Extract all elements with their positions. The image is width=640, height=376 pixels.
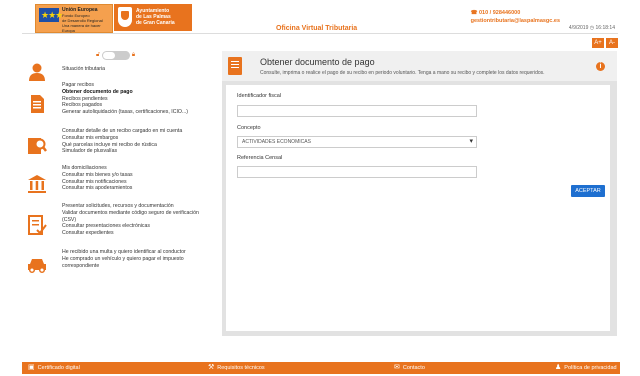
- footer-link-label: Certificado digital: [37, 365, 80, 371]
- sidebar-item-simulador-plusvalias[interactable]: Simulador de plusvalías: [62, 148, 182, 155]
- clock-icon: ◷: [589, 25, 595, 31]
- concept-select[interactable]: ACTIVIDADES ECONOMICAS: [237, 136, 477, 148]
- sidebar-item-apoderamientos[interactable]: Consultar mis apoderamientos: [62, 185, 133, 192]
- accept-button[interactable]: ACEPTAR: [571, 185, 605, 197]
- sidebar-item-notificaciones[interactable]: Consultar mis notificaciones: [62, 179, 133, 186]
- sidebar-item-pagar-recibos[interactable]: Pagar recibos: [62, 82, 188, 89]
- census-ref-label: Referencia Censal: [237, 155, 283, 161]
- sidebar-item-recibos-pendientes[interactable]: Recibos pendientes: [62, 96, 188, 103]
- footer-link-certificado[interactable]: ▣ Certificado digital: [28, 362, 80, 374]
- sidebar-item-situacion-tributaria[interactable]: Situación tributaria: [62, 66, 105, 73]
- footer-link-label: Requisitos técnicos: [217, 365, 265, 371]
- info-icon[interactable]: i: [596, 62, 605, 71]
- sidebar-item-impuesto-vehiculo-cont[interactable]: correspondiente: [62, 263, 186, 270]
- shield-icon: [118, 7, 132, 27]
- footer-link-privacidad[interactable]: ♟ Política de privacidad: [555, 362, 617, 374]
- sidebar-item-autoliquidacion[interactable]: Generar autoliquidación (tasas, certific…: [62, 109, 188, 116]
- date-text: 4/9/2019: [568, 25, 589, 31]
- wrench-icon: ⚒: [208, 364, 215, 371]
- sidebar-item-recibos-pagados[interactable]: Recibos pagados: [62, 102, 188, 109]
- footer-link-requisitos[interactable]: ⚒ Requisitos técnicos: [208, 362, 265, 374]
- census-ref-input[interactable]: [237, 166, 477, 178]
- document-icon: [228, 57, 242, 75]
- certificate-icon: ▣: [28, 364, 35, 371]
- sidebar-group-solicitudes: Presentar solicitudes, recursos y docume…: [62, 203, 199, 237]
- sidebar-item-embargos[interactable]: Consultar mis embargos: [62, 135, 182, 142]
- sidebar-item-validar-csv[interactable]: Validar documentos mediante código segur…: [62, 210, 199, 217]
- sidebar-item-obtener-documento[interactable]: Obtener documento de pago: [62, 89, 188, 96]
- sidebar-item-parcelas-rustica[interactable]: Qué parcelas incluye mi recibo de rústic…: [62, 142, 182, 149]
- bank-icon: [28, 175, 46, 193]
- sidebar-item-presentar-solicitudes[interactable]: Presentar solicitudes, recursos y docume…: [62, 203, 199, 210]
- privacy-icon: ♟: [555, 364, 562, 371]
- datetime: 4/9/2019 ◷ 16:18:14: [569, 25, 615, 31]
- sidebar-item-multa-conductor[interactable]: He recibido una multa y quiero identific…: [62, 249, 186, 256]
- footer-link-label: Contacto: [402, 365, 425, 371]
- toggle-switch[interactable]: [101, 51, 130, 60]
- email-link[interactable]: gestiontributaria@laspalmasgc.es: [471, 18, 560, 24]
- eu-logo: ★★★ Unión Europea Fondo Europeo de Desar…: [35, 4, 113, 33]
- sidebar-group-situacion: Situación tributaria: [62, 66, 105, 73]
- decrease-font-button[interactable]: A-: [606, 38, 618, 48]
- sidebar-item-detalle-recibo[interactable]: Consultar detalle de un recibo cargado e…: [62, 128, 182, 135]
- header-divider: [22, 33, 618, 34]
- concept-label: Concepto: [237, 125, 261, 131]
- sidebar-item-presentaciones-electronicas[interactable]: Consultar presentaciones electrónicas: [62, 223, 199, 230]
- sidebar-item-bienes-tasas[interactable]: Consultar mis bienes y/o tasas: [62, 172, 133, 179]
- phone-number: 010 / 928446000: [478, 10, 521, 16]
- panel-title: Obtener documento de pago: [260, 57, 375, 67]
- footer-bar: ▣ Certificado digital ⚒ Requisitos técni…: [22, 362, 620, 374]
- sidebar-group-vehiculos: He recibido una multa y quiero identific…: [62, 249, 186, 269]
- eu-logo-line: Una manera de hacer Europa: [62, 23, 101, 33]
- access-toggle[interactable]: 🔓︎ 🔒︎: [96, 51, 135, 60]
- ayuntamiento-logo[interactable]: Ayuntamiento de Las Palmas de Gran Canar…: [114, 4, 192, 31]
- increase-font-button[interactable]: A+: [592, 38, 604, 48]
- ayto-logo-line: de Gran Canaria: [136, 20, 175, 26]
- contact-icon: ✉: [394, 364, 400, 371]
- footer-link-label: Política de privacidad: [564, 365, 617, 371]
- lock-icon: 🔒︎: [131, 52, 136, 58]
- search-document-icon: [28, 138, 47, 154]
- sidebar-item-expedientes[interactable]: Consultar expedientes: [62, 230, 199, 237]
- panel-header: Obtener documento de pago Consulte, impr…: [222, 51, 617, 81]
- car-icon: [28, 259, 46, 274]
- footer-link-contacto[interactable]: ✉ Contacto: [394, 362, 425, 374]
- sidebar-item-impuesto-vehiculo[interactable]: He comprado un vehículo y quiero pagar e…: [62, 256, 186, 263]
- contact-info: ☎ 010 / 928446000 gestiontributaria@lasp…: [471, 9, 560, 25]
- eu-flag-icon: ★★★: [39, 8, 63, 22]
- panel-subtitle: Consulte, imprima o realice el pago de s…: [260, 70, 545, 76]
- sidebar-item-domiciliaciones[interactable]: Mis domiciliaciones: [62, 165, 133, 172]
- time-text: 16:18:14: [595, 25, 615, 31]
- page-title: Oficina Virtual Tributaria: [276, 25, 358, 32]
- payment-document-panel: Obtener documento de pago Consulte, impr…: [222, 51, 617, 336]
- payment-form: Identificador fiscal Concepto ACTIVIDADE…: [226, 85, 610, 331]
- font-size-controls: A+ A-: [592, 38, 618, 48]
- sidebar-group-consultas: Consultar detalle de un recibo cargado e…: [62, 128, 182, 155]
- fiscal-id-input[interactable]: [237, 105, 477, 117]
- form-check-icon: [28, 215, 47, 235]
- document-icon: [31, 95, 44, 113]
- concept-selected-value: ACTIVIDADES ECONOMICAS: [242, 139, 311, 145]
- unlock-icon: 🔓︎: [96, 52, 100, 58]
- fiscal-id-label: Identificador fiscal: [237, 93, 282, 99]
- sidebar-item-validar-csv-cont[interactable]: (CSV): [62, 217, 199, 224]
- sidebar-group-domiciliaciones: Mis domiciliaciones Consultar mis bienes…: [62, 165, 133, 192]
- toggle-knob[interactable]: [102, 52, 115, 59]
- user-icon: [29, 63, 45, 81]
- sidebar-group-recibos: Pagar recibos Obtener documento de pago …: [62, 82, 188, 116]
- phone-icon: ☎: [470, 10, 478, 16]
